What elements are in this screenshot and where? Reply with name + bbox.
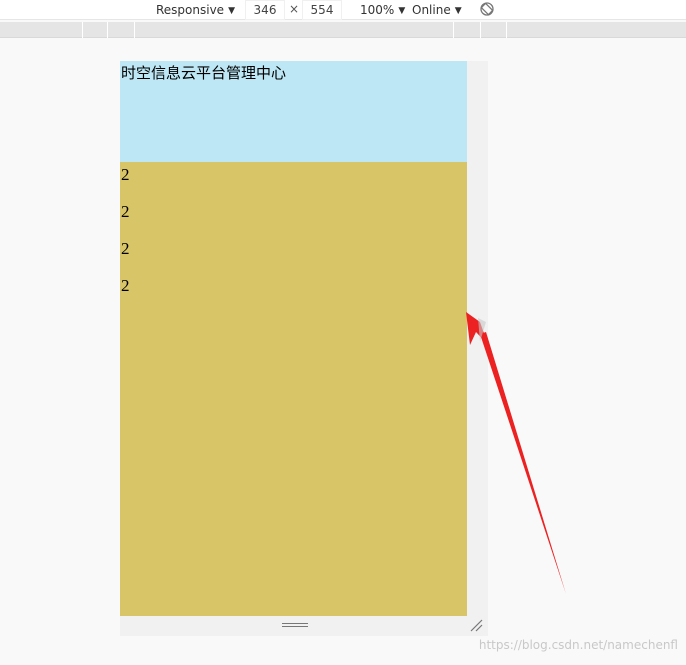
emulated-viewport: 时空信息云平台管理中心 2 2 2 2: [120, 61, 467, 616]
throttling-label: Online: [412, 3, 451, 17]
bottom-resize-handle[interactable]: [282, 623, 308, 630]
throttling-dropdown[interactable]: Online ▼: [412, 2, 462, 18]
device-mode-dropdown[interactable]: Responsive ▼: [156, 2, 235, 18]
page-content: 2 2 2 2: [120, 162, 467, 310]
ruler-divider: [134, 22, 135, 38]
caret-down-icon: ▼: [454, 6, 462, 16]
list-item: 2: [121, 202, 130, 221]
watermark: https://blog.csdn.net/namechenfl: [478, 638, 678, 652]
list-item: 2: [121, 165, 130, 184]
width-input[interactable]: 346: [245, 0, 285, 20]
device-toolbar: Responsive ▼ 346 × 554 100% ▼ Online ▼: [0, 0, 686, 20]
ruler-divider: [480, 22, 481, 38]
list-item: 2: [121, 276, 130, 295]
caret-down-icon: ▼: [228, 6, 235, 16]
list-item: 2: [121, 239, 130, 258]
ruler-divider: [82, 22, 83, 38]
dimension-separator: ×: [289, 2, 300, 16]
rotate-icon[interactable]: [479, 1, 495, 17]
zoom-dropdown[interactable]: 100% ▼: [360, 2, 405, 18]
zoom-label: 100%: [360, 3, 395, 17]
corner-resize-handle-icon[interactable]: [469, 618, 483, 632]
ruler-divider: [453, 22, 454, 38]
page-title: 时空信息云平台管理中心: [121, 64, 287, 82]
ruler-divider: [107, 22, 108, 38]
media-query-bar[interactable]: [0, 22, 686, 38]
caret-down-icon: ▼: [398, 6, 406, 16]
ruler-divider: [506, 22, 507, 38]
height-input[interactable]: 554: [302, 0, 342, 20]
page-header: 时空信息云平台管理中心: [120, 61, 467, 162]
device-mode-label: Responsive: [156, 3, 225, 17]
